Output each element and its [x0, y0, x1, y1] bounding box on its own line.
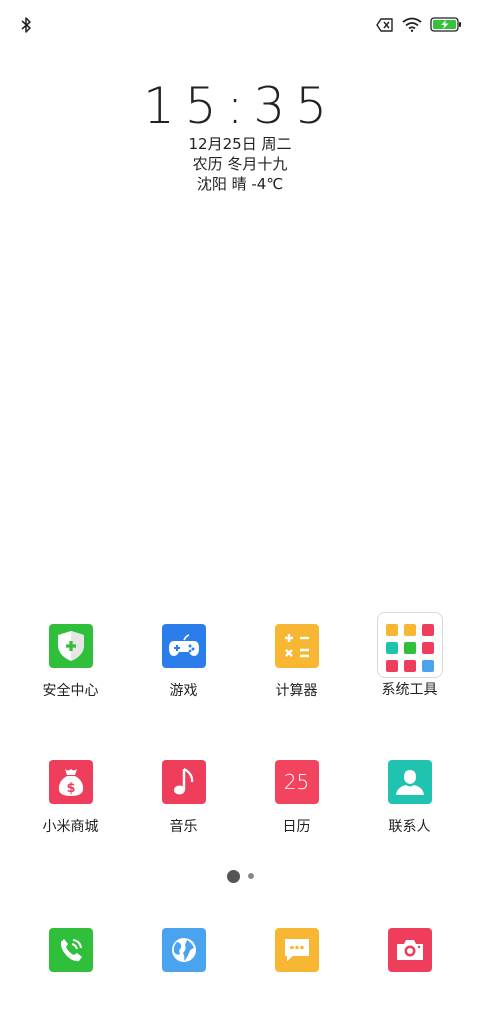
folder-mini-app [421, 660, 434, 672]
message-icon [274, 928, 319, 972]
calendar-day-number: 25 [283, 770, 310, 794]
clock-time: 15:35 [142, 77, 338, 135]
folder-system-tools[interactable]: 系统工具 [353, 612, 466, 699]
folder-mini-app [403, 660, 416, 672]
bluetooth-icon [21, 17, 31, 33]
camera-icon [387, 928, 432, 972]
app-row-2: $ 小米商城 音乐 25 日历 联系人 [0, 748, 480, 884]
folder-mini-app [403, 642, 416, 654]
wifi-icon [402, 17, 422, 32]
app-label: 日历 [282, 819, 311, 835]
page-dot [247, 873, 254, 879]
app-mi-store[interactable]: $ 小米商城 [14, 748, 127, 836]
app-label: 计算器 [275, 683, 318, 699]
page-indicator[interactable] [0, 869, 480, 883]
status-bar [0, 0, 480, 50]
app-games[interactable]: 游戏 [127, 612, 240, 700]
battery-charging-icon [430, 17, 461, 32]
folder-mini-app [403, 624, 416, 636]
calendar-icon: 25 [274, 760, 319, 804]
clock-widget[interactable]: 15:35 12月25日 周二 农历 冬月十九 沈阳 晴 -4℃ [0, 78, 480, 194]
dock-browser[interactable] [127, 928, 240, 972]
folder-mini-app [385, 660, 398, 672]
app-calculator[interactable]: 计算器 [240, 612, 353, 700]
app-security-center[interactable]: 安全中心 [14, 612, 127, 700]
app-label: 安全中心 [42, 683, 99, 699]
app-label: 系统工具 [381, 682, 438, 698]
date-text: 12月25日 周二 [188, 135, 292, 153]
dock-messages[interactable] [240, 928, 353, 972]
phone-icon [48, 928, 93, 972]
lunar-date-text: 农历 冬月十九 [192, 155, 288, 173]
page-dot-current [226, 869, 240, 883]
dock [0, 928, 480, 972]
folder-icon [376, 612, 443, 678]
status-left [20, 16, 32, 38]
app-row-1: 安全中心 游戏 计算器 系统工具 [0, 612, 480, 748]
music-note-icon [161, 760, 206, 804]
folder-mini-app [421, 624, 434, 636]
status-right [376, 17, 462, 32]
app-label: 小米商城 [42, 819, 99, 835]
folder-mini-app [421, 642, 434, 654]
app-label: 联系人 [388, 819, 431, 835]
app-contacts[interactable]: 联系人 [353, 748, 466, 836]
folder-mini-app [385, 642, 398, 654]
money-bag-icon: $ [48, 760, 93, 804]
no-sim-icon [376, 17, 393, 32]
dock-phone[interactable] [14, 928, 127, 972]
app-calendar[interactable]: 25 日历 [240, 748, 353, 836]
weather-text: 沈阳 晴 -4℃ [196, 175, 284, 193]
shield-plus-icon [48, 624, 93, 668]
dock-camera[interactable] [353, 928, 466, 972]
calculator-icon [274, 624, 319, 668]
contact-person-icon [387, 760, 432, 804]
svg-text:$: $ [66, 781, 75, 796]
gamepad-icon [161, 624, 206, 668]
folder-mini-app [385, 624, 398, 636]
app-music[interactable]: 音乐 [127, 748, 240, 836]
app-grid: 安全中心 游戏 计算器 系统工具 $ 小米商城 音乐 25 日历 联系人 [0, 612, 480, 884]
app-label: 音乐 [169, 819, 198, 835]
app-label: 游戏 [169, 683, 198, 699]
browser-globe-icon [161, 928, 206, 972]
